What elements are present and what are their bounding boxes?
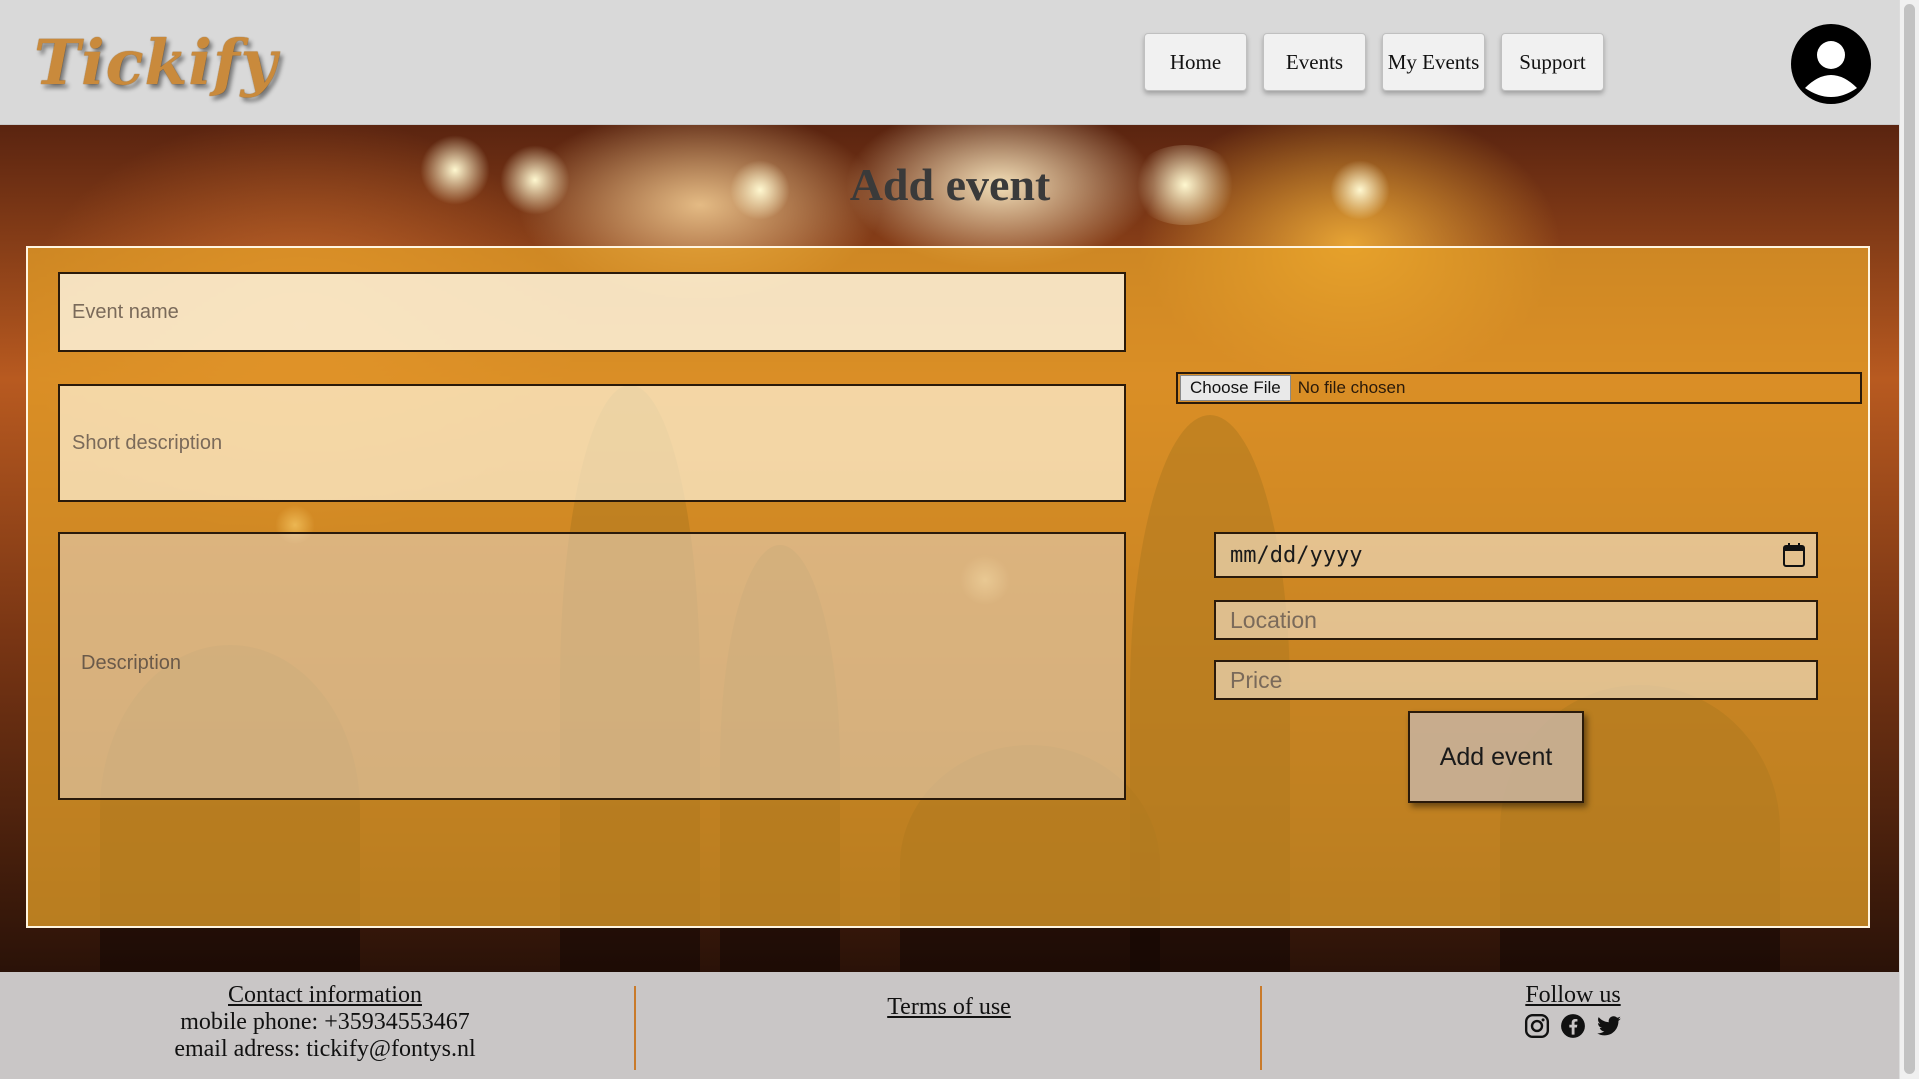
contact-section: Contact information mobile phone: +35934… (95, 982, 555, 1063)
terms-section: Terms of use (660, 994, 1238, 1021)
short-description-input[interactable] (58, 384, 1126, 502)
description-label: Description (81, 652, 182, 674)
email-text: email adress: tickify@fontys.nl (174, 1036, 476, 1062)
follow-section: Follow us (1473, 982, 1673, 1039)
location-input[interactable] (1214, 600, 1818, 640)
nav-support-button[interactable]: Support (1501, 33, 1604, 91)
choose-file-button[interactable]: Choose File (1180, 375, 1291, 401)
social-links (1473, 1013, 1673, 1039)
add-event-button[interactable]: Add event (1408, 711, 1584, 803)
description-textarea[interactable] (58, 532, 1126, 800)
footer-divider (1260, 986, 1262, 1070)
follow-us-link[interactable]: Follow us (1525, 982, 1620, 1008)
instagram-icon[interactable] (1524, 1013, 1550, 1039)
scrollbar-thumb[interactable] (1904, 4, 1915, 1074)
facebook-icon[interactable] (1560, 1013, 1586, 1039)
terms-of-use-link[interactable]: Terms of use (887, 994, 1011, 1020)
phone-text: mobile phone: +35934553467 (180, 1009, 470, 1035)
user-avatar-icon[interactable] (1791, 24, 1871, 104)
nav-my-events-button[interactable]: My Events (1382, 33, 1485, 91)
date-input[interactable]: mm/dd/yyyy (1214, 532, 1818, 578)
event-name-input[interactable] (58, 272, 1126, 352)
image-file-input[interactable]: Choose File No file chosen (1176, 372, 1862, 404)
footer-divider (634, 986, 636, 1070)
price-input[interactable] (1214, 660, 1818, 700)
calendar-icon[interactable] (1782, 542, 1806, 568)
footer: Contact information mobile phone: +35934… (0, 972, 1900, 1079)
nav-home-button[interactable]: Home (1144, 33, 1247, 91)
date-placeholder: mm/dd/yyyy (1230, 542, 1363, 568)
header: Tickify Home Events My Events Support (0, 0, 1900, 125)
contact-information-link[interactable]: Contact information (228, 982, 422, 1008)
file-status-text: No file chosen (1297, 378, 1406, 397)
add-event-form: Choose File No file chosen mm/dd/yyyy Ad… (26, 246, 1870, 928)
page-title: Add event (849, 159, 1051, 210)
twitter-icon[interactable] (1596, 1013, 1622, 1039)
main-nav: Home Events My Events Support (1144, 33, 1604, 91)
nav-events-button[interactable]: Events (1263, 33, 1366, 91)
logo[interactable]: Tickify (34, 26, 278, 99)
vertical-scrollbar[interactable] (1899, 0, 1919, 1079)
